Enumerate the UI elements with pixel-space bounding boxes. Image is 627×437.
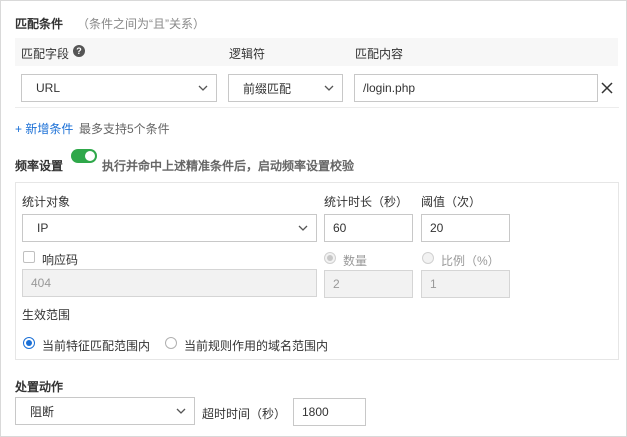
operator-select[interactable]: 前缀匹配 — [228, 74, 343, 102]
match-note: （条件之间为“且”关系） — [77, 17, 205, 31]
ratio-radio[interactable] — [422, 252, 434, 264]
rate-title: 频率设置 — [15, 159, 64, 173]
response-code-label: 响应码 — [42, 253, 79, 267]
scope-option1-label: 当前特征匹配范围内 — [42, 339, 151, 353]
header-operator: 逻辑符 — [229, 47, 266, 61]
count-value: 2 — [333, 277, 340, 291]
chevron-down-icon — [298, 225, 308, 231]
scope-option2-label: 当前规则作用的域名范围内 — [184, 339, 329, 353]
scope-option2-radio[interactable] — [165, 337, 177, 349]
action-title: 处置动作 — [15, 380, 64, 394]
threshold-label: 阈值（次） — [421, 195, 482, 209]
header-field: 匹配字段 — [21, 47, 70, 61]
match-header-row — [15, 38, 618, 66]
action-value: 阻断 — [30, 404, 55, 419]
ratio-input[interactable]: 1 — [421, 270, 510, 298]
field-select-value: URL — [36, 81, 61, 95]
scope-option1-radio[interactable] — [23, 337, 35, 349]
response-code-checkbox[interactable] — [23, 251, 35, 263]
chevron-down-icon — [176, 408, 186, 414]
threshold-input[interactable]: 20 — [421, 214, 510, 242]
stat-object-value: IP — [37, 221, 49, 235]
header-content: 匹配内容 — [355, 47, 404, 61]
timeout-value: 1800 — [302, 405, 329, 419]
ratio-label: 比例（%） — [441, 254, 500, 268]
close-icon[interactable] — [601, 82, 613, 94]
chevron-down-icon — [198, 85, 208, 91]
duration-value: 60 — [333, 221, 347, 235]
response-code-value: 404 — [31, 276, 52, 290]
count-label: 数量 — [343, 254, 368, 268]
response-code-input[interactable]: 404 — [22, 269, 317, 297]
content-input[interactable]: /login.php — [354, 74, 598, 102]
add-condition-link[interactable]: + 新增条件 — [15, 120, 73, 137]
duration-input[interactable]: 60 — [324, 214, 413, 242]
action-select[interactable]: 阻断 — [15, 397, 195, 425]
stat-object-select[interactable]: IP — [22, 214, 317, 242]
count-radio[interactable] — [324, 252, 336, 264]
rate-toggle[interactable] — [71, 149, 97, 163]
count-input[interactable]: 2 — [324, 270, 413, 298]
duration-label: 统计时长（秒） — [324, 195, 409, 209]
help-icon[interactable]: ? — [73, 45, 85, 57]
scope-label: 生效范围 — [22, 308, 71, 322]
operator-select-value: 前缀匹配 — [243, 81, 292, 96]
rate-desc: 执行并命中上述精准条件后，启动频率设置校验 — [102, 159, 355, 173]
content-input-value: /login.php — [363, 81, 416, 95]
chevron-down-icon — [324, 85, 334, 91]
field-select[interactable]: URL — [21, 74, 217, 102]
ratio-value: 1 — [430, 277, 437, 291]
stat-object-label: 统计对象 — [22, 195, 71, 209]
rule-form: 匹配条件 （条件之间为“且”关系） 匹配字段 ? 逻辑符 匹配内容 URL 前缀… — [0, 0, 627, 437]
timeout-input[interactable]: 1800 — [293, 398, 366, 426]
match-title: 匹配条件 — [15, 17, 64, 31]
threshold-value: 20 — [430, 221, 444, 235]
add-condition-hint: 最多支持5个条件 — [79, 122, 170, 136]
divider — [15, 107, 619, 108]
timeout-label: 超时时间（秒） — [202, 407, 287, 421]
